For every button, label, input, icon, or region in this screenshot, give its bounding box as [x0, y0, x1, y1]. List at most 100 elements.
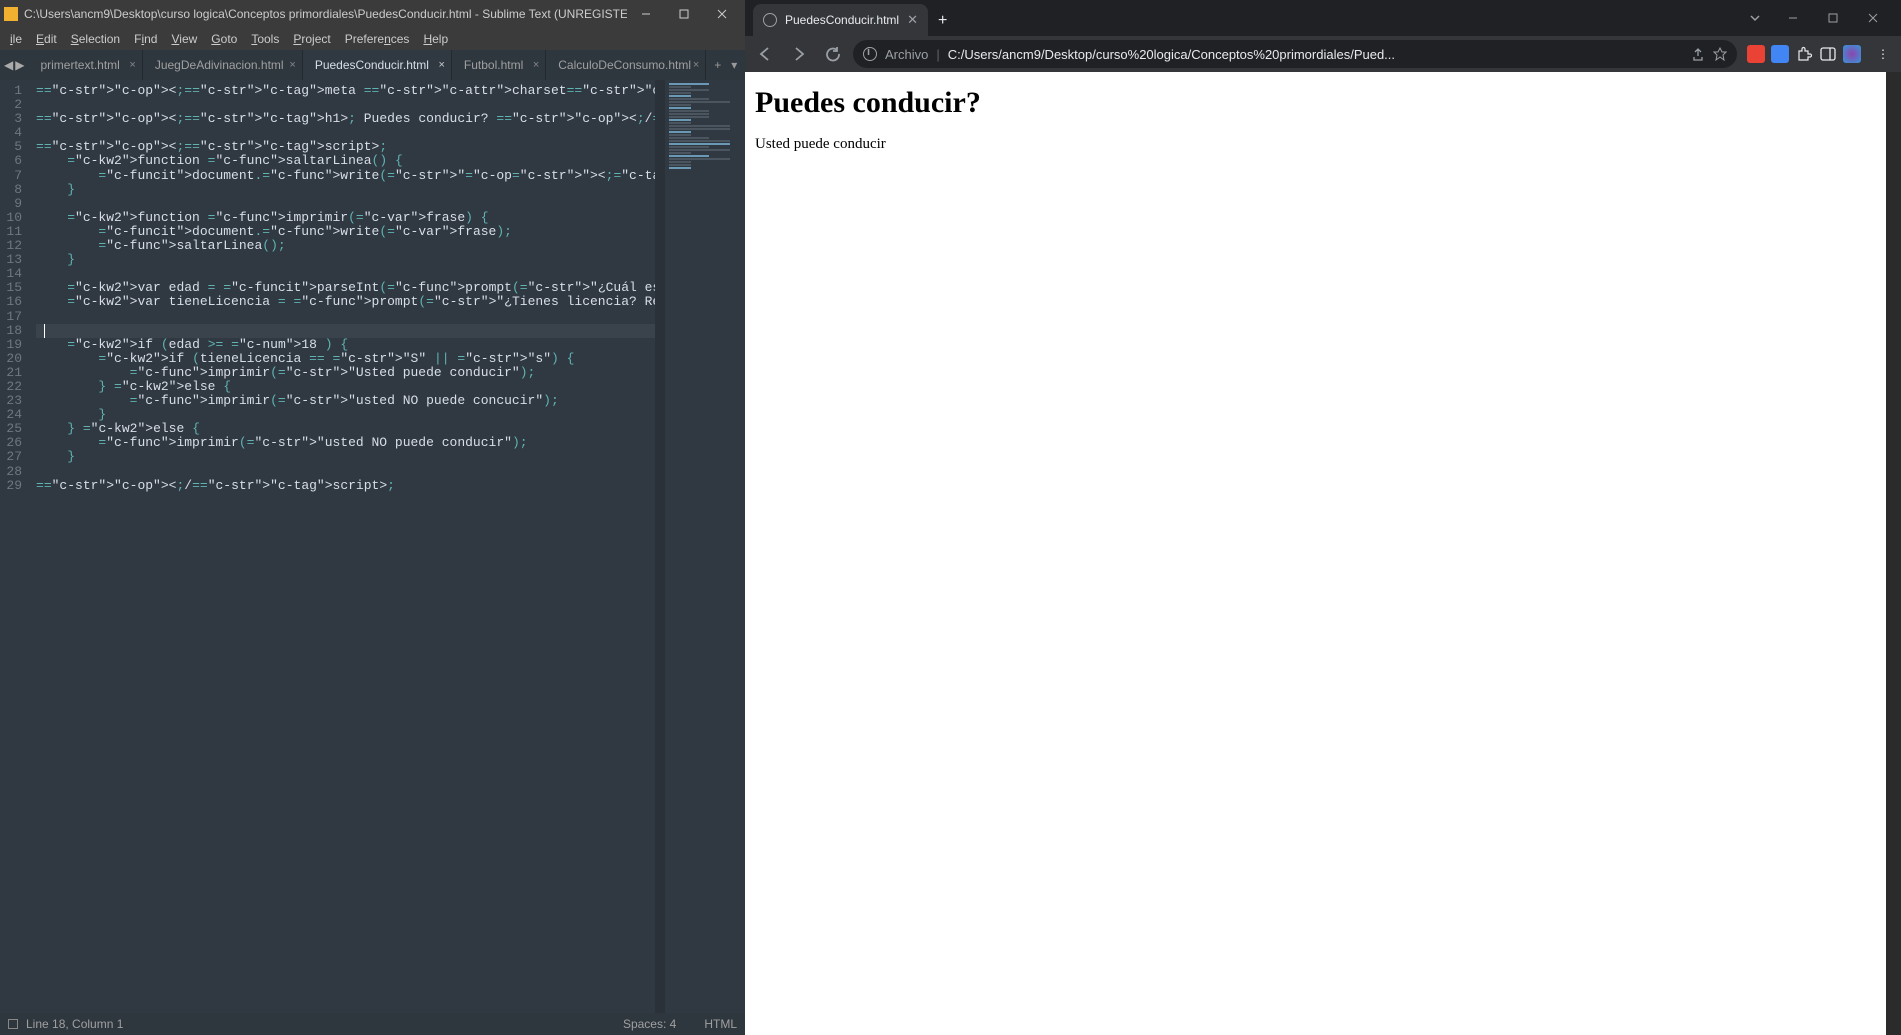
- code-line[interactable]: =="c-str">"c-op"><;=="c-str">"c-tag">h1>…: [36, 112, 665, 126]
- code-line[interactable]: =="c-str">"c-op"><;=="c-str">"c-tag">scr…: [36, 140, 665, 154]
- code-area[interactable]: =="c-str">"c-op"><;=="c-str">"c-tag">met…: [28, 80, 665, 1013]
- close-tab-icon[interactable]: ×: [693, 59, 699, 71]
- minimize-button[interactable]: [627, 0, 665, 28]
- code-line[interactable]: ="c-kw2">function ="c-func">imprimir(="c…: [36, 211, 665, 225]
- line-number: 2: [0, 98, 22, 112]
- code-line[interactable]: ="c-func">imprimir(="c-str">"Usted puede…: [36, 366, 665, 380]
- maximize-button[interactable]: [665, 0, 703, 28]
- code-line[interactable]: ="c-kw2">if (tieneLicencia == ="c-str">"…: [36, 352, 665, 366]
- line-number-gutter: 1234567891011121314151617181920212223242…: [0, 80, 28, 1013]
- nav-reload-button[interactable]: [819, 40, 847, 68]
- profile-avatar-icon[interactable]: [1843, 45, 1861, 63]
- share-icon[interactable]: [1691, 47, 1705, 61]
- line-number: 20: [0, 352, 22, 366]
- chrome-toolbar: Archivo | C:/Users/ancm9/Desktop/curso%2…: [745, 36, 1901, 72]
- close-tab-icon[interactable]: ✕: [907, 12, 918, 28]
- editor-tab-label: primertext.html: [40, 58, 119, 72]
- editor-tab[interactable]: primertext.html ×: [28, 50, 142, 80]
- chrome-scrollbar[interactable]: [1886, 72, 1901, 1035]
- code-line[interactable]: }: [36, 408, 665, 422]
- menu-item-project[interactable]: Project: [287, 30, 336, 48]
- panel-switcher-icon[interactable]: [8, 1019, 18, 1029]
- forward-arrow-icon[interactable]: ▶: [15, 58, 24, 72]
- code-line[interactable]: =="c-str">"c-op"><;/=="c-str">"c-tag">sc…: [36, 479, 665, 493]
- chrome-omnibox[interactable]: Archivo | C:/Users/ancm9/Desktop/curso%2…: [853, 40, 1737, 68]
- code-line[interactable]: ="c-funcit">document.="c-func">write(="c…: [36, 225, 665, 239]
- chrome-maximize-button[interactable]: [1813, 4, 1853, 32]
- code-line[interactable]: ="c-kw2">if (edad >= ="c-num">18 ) {: [36, 338, 665, 352]
- menu-item-preferences[interactable]: Preferences: [339, 30, 416, 48]
- sublime-editor[interactable]: 1234567891011121314151617181920212223242…: [0, 80, 745, 1013]
- tab-overflow-button[interactable]: ▾: [731, 58, 737, 72]
- code-line[interactable]: [36, 197, 665, 211]
- code-line[interactable]: =="c-str">"c-op"><;=="c-str">"c-tag">met…: [36, 84, 665, 98]
- line-number: 14: [0, 267, 22, 281]
- editor-tab[interactable]: JuegDeAdivinacion.html×: [143, 50, 303, 80]
- chrome-menu-button[interactable]: ⋮: [1871, 47, 1895, 61]
- code-line[interactable]: [36, 310, 665, 324]
- chrome-close-button[interactable]: [1853, 4, 1893, 32]
- code-line[interactable]: [36, 98, 665, 112]
- nav-forward-button[interactable]: [785, 40, 813, 68]
- code-line[interactable]: [36, 465, 665, 479]
- back-arrow-icon[interactable]: ◀: [4, 58, 13, 72]
- editor-tab[interactable]: Futbol.html×: [452, 50, 546, 80]
- menu-item-tools[interactable]: Tools: [245, 30, 285, 48]
- url-separator: |: [936, 47, 939, 62]
- menu-item-ile[interactable]: ile: [4, 30, 28, 48]
- status-indent[interactable]: Spaces: 4: [623, 1017, 676, 1031]
- extension-icon[interactable]: [1771, 45, 1789, 63]
- close-button[interactable]: [703, 0, 741, 28]
- menu-item-help[interactable]: Help: [417, 30, 454, 48]
- sublime-titlebar[interactable]: C:\Users\ancm9\Desktop\curso logica\Conc…: [0, 0, 745, 28]
- code-line[interactable]: }: [36, 450, 665, 464]
- code-line[interactable]: [36, 324, 665, 338]
- sublime-statusbar: Line 18, Column 1 Spaces: 4 HTML: [0, 1013, 745, 1035]
- editor-tab[interactable]: PuedesConducir.html×: [303, 50, 452, 80]
- code-line[interactable]: [36, 267, 665, 281]
- new-tab-button[interactable]: +: [714, 58, 721, 72]
- code-line[interactable]: }: [36, 253, 665, 267]
- minimap[interactable]: [665, 80, 745, 1013]
- code-line[interactable]: ="c-kw2">var edad = ="c-funcit">parseInt…: [36, 281, 665, 295]
- line-number: 4: [0, 126, 22, 140]
- bookmark-star-icon[interactable]: [1713, 47, 1727, 61]
- code-line[interactable]: ="c-funcit">document.="c-func">write(="c…: [36, 169, 665, 183]
- side-panel-icon[interactable]: [1819, 45, 1837, 63]
- code-line[interactable]: ="c-kw2">var tieneLicencia = ="c-func">p…: [36, 295, 665, 309]
- code-line[interactable]: } ="c-kw2">else {: [36, 422, 665, 436]
- code-line[interactable]: }: [36, 183, 665, 197]
- chrome-minimize-button[interactable]: [1773, 4, 1813, 32]
- extension-icon[interactable]: [1747, 45, 1765, 63]
- tab-history-arrows[interactable]: ◀ ▶: [0, 50, 28, 80]
- extensions-puzzle-icon[interactable]: [1795, 45, 1813, 63]
- chrome-tabstrip: PuedesConducir.html ✕ +: [745, 0, 1901, 36]
- site-info-icon[interactable]: [863, 47, 877, 61]
- tab-search-button[interactable]: [1737, 4, 1773, 32]
- page-heading: Puedes conducir?: [755, 86, 1876, 120]
- new-tab-button[interactable]: +: [938, 12, 947, 30]
- close-tab-icon[interactable]: ×: [289, 59, 295, 71]
- menu-item-view[interactable]: View: [165, 30, 203, 48]
- menu-item-selection[interactable]: Selection: [65, 30, 126, 48]
- chrome-tab[interactable]: PuedesConducir.html ✕: [753, 4, 928, 36]
- code-line[interactable]: [36, 126, 665, 140]
- code-line[interactable]: ="c-func">imprimir(="c-str">"usted NO pu…: [36, 394, 665, 408]
- code-line[interactable]: } ="c-kw2">else {: [36, 380, 665, 394]
- nav-back-button[interactable]: [751, 40, 779, 68]
- menu-item-goto[interactable]: Goto: [205, 30, 243, 48]
- close-tab-icon[interactable]: ×: [533, 59, 539, 71]
- code-line[interactable]: ="c-func">saltarLinea();: [36, 239, 665, 253]
- status-syntax[interactable]: HTML: [704, 1017, 737, 1031]
- close-tab-icon[interactable]: ×: [438, 59, 444, 71]
- editor-tab[interactable]: CalculoDeConsumo.html×: [546, 50, 706, 80]
- code-line[interactable]: ="c-kw2">function ="c-func">saltarLinea(…: [36, 154, 665, 168]
- status-cursor[interactable]: Line 18, Column 1: [26, 1017, 595, 1031]
- line-number: 10: [0, 211, 22, 225]
- page-body-text: Usted puede conducir: [755, 136, 1876, 153]
- menu-item-find[interactable]: Find: [128, 30, 163, 48]
- menu-item-edit[interactable]: Edit: [30, 30, 63, 48]
- sublime-tabs: primertext.html×JuegDeAdivinacion.html×P…: [28, 50, 706, 80]
- code-line[interactable]: ="c-func">imprimir(="c-str">"usted NO pu…: [36, 436, 665, 450]
- close-tab-icon[interactable]: ×: [129, 59, 135, 71]
